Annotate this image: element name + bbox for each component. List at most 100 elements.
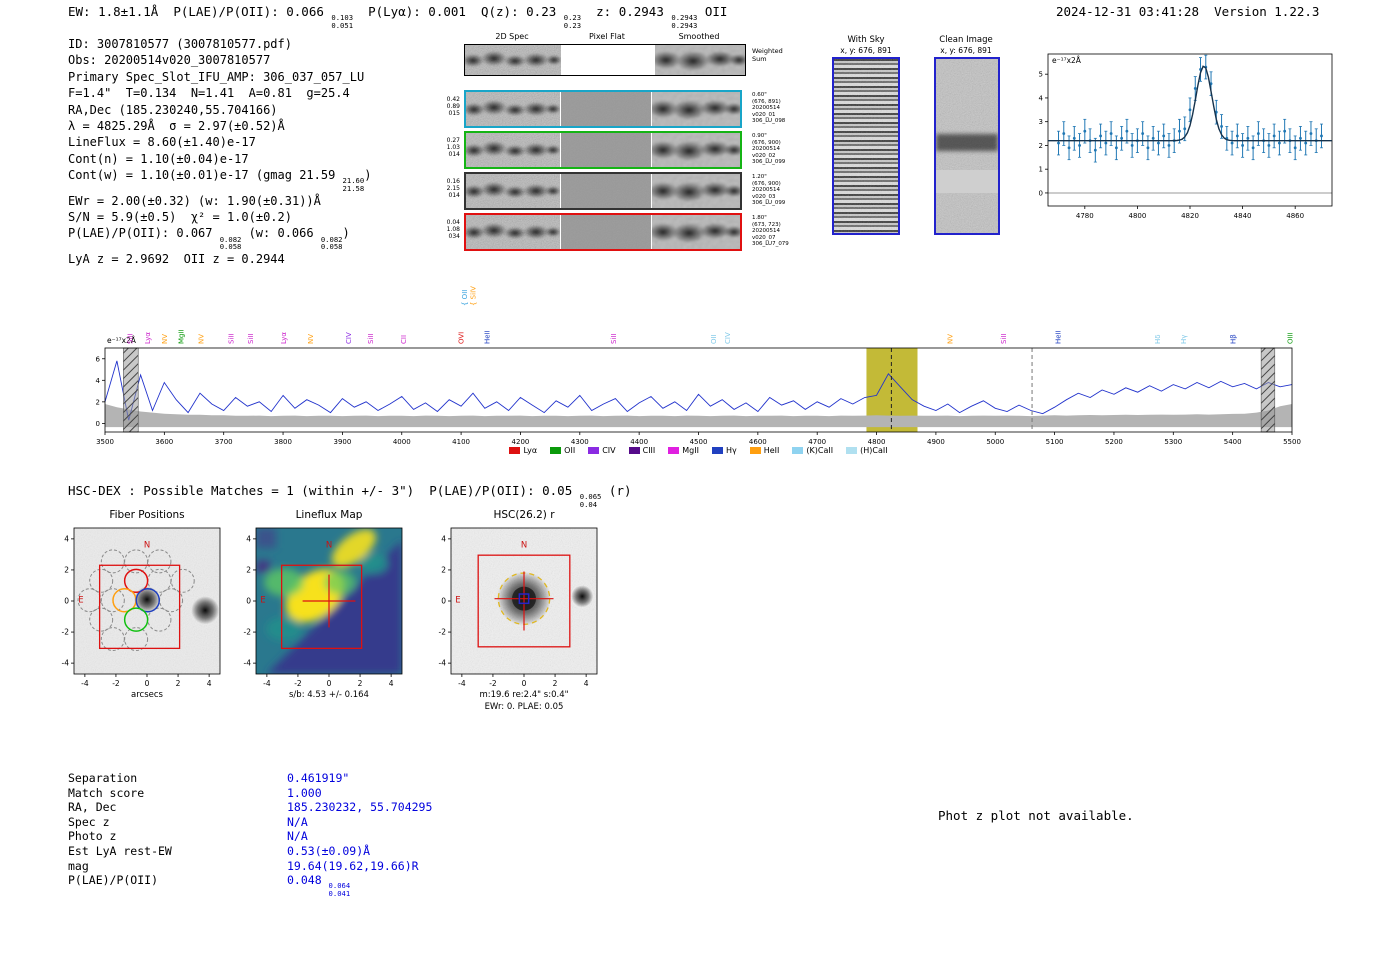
cut-fiber-canvas: N E -4 -4 -2 -2 0 0 2 2 4 4 — [62, 527, 221, 688]
svg-text:3500: 3500 — [96, 438, 114, 446]
spec2d-row — [464, 131, 742, 169]
svg-text:OVI: OVI — [458, 332, 466, 344]
svg-text:NV: NV — [307, 334, 315, 344]
legend-swatch — [588, 447, 600, 454]
emission-line-label: CIV — [724, 332, 732, 344]
svg-text:3700: 3700 — [215, 438, 233, 446]
svg-text:4700: 4700 — [808, 438, 826, 446]
lineflux-map-title: Lineflux Map — [295, 509, 363, 521]
emission-line-label: Lyα — [144, 332, 152, 344]
emission-line-label: CII — [400, 335, 408, 344]
svg-text:Hδ: Hδ — [1154, 334, 1162, 344]
svg-text:-2: -2 — [62, 628, 70, 637]
svg-text:5200: 5200 — [1105, 438, 1123, 446]
info-line: EWr = 2.00(±0.32) (w: 1.90(±0.31))Å — [68, 193, 321, 208]
emission-line-label: SiII — [367, 333, 375, 344]
svg-text:3600: 3600 — [155, 438, 173, 446]
table-row: Separation 0.461919" — [68, 771, 432, 786]
emission-line-label: NV — [947, 334, 955, 344]
stacked-uncertainty: 0.103 0.051 — [331, 13, 354, 30]
svg-text:3800: 3800 — [274, 438, 292, 446]
sky-subtraction-band — [936, 133, 998, 152]
svg-text:5000: 5000 — [986, 438, 1004, 446]
legend-swatch — [711, 447, 723, 454]
svg-text:5500: 5500 — [1283, 438, 1301, 446]
flat-image — [561, 92, 651, 126]
legend-label: HeII — [763, 446, 780, 455]
svg-text:4800: 4800 — [868, 438, 886, 446]
row-aperture-labels: 0.42 0.89 015 — [446, 96, 460, 118]
svg-text:4100: 4100 — [452, 438, 470, 446]
svg-text:4600: 4600 — [749, 438, 767, 446]
svg-text:-2: -2 — [489, 679, 497, 688]
svg-text:0: 0 — [327, 679, 332, 688]
svg-text:SiII: SiII — [247, 333, 255, 344]
info-line: Primary Spec_Slot_IFU_AMP: 306_037_057_L… — [68, 69, 365, 84]
legend-item: (H)CaII — [846, 446, 888, 455]
legend-swatch — [509, 447, 521, 454]
svg-text:0: 0 — [64, 597, 69, 606]
line-fit-plot: 4780 4800 4820 4840 4860 0 1 2 3 4 5 e⁻¹⁷x2Å — [1022, 48, 1338, 230]
svg-text:5100: 5100 — [1046, 438, 1064, 446]
legend-label: (K)CaII — [806, 446, 834, 455]
legend-item: HeII — [749, 446, 780, 455]
legend-label: Lyα — [523, 446, 538, 455]
flat-image — [561, 174, 651, 208]
row-frame-labels: 0.90" (676, 900) 20200514 v020_02 306_LU_099 — [752, 133, 786, 166]
legend-swatch — [628, 447, 640, 454]
legend-item: Lyα — [509, 446, 537, 455]
svg-text:e⁻¹⁷x2Å: e⁻¹⁷x2Å — [1052, 56, 1082, 65]
spectrum-legend: Lyα OII CIV CIII MgII Hγ HeII (K)CaII (H)CaII — [105, 446, 1292, 455]
svg-text:-4: -4 — [244, 659, 252, 668]
clean-image-coords: x, y: 676, 891 — [940, 46, 992, 55]
svg-text:CII: CII — [400, 335, 408, 344]
table-row: Match score 1.000 — [68, 786, 432, 801]
spectrum-canvas: 3500 3600 3700 3800 3900 4000 4100 4200 4300 4400… — [96, 286, 1301, 446]
fiber-positions-xlabel: arcsecs — [131, 690, 163, 700]
svg-text:-4: -4 — [81, 679, 89, 688]
signal-blob — [723, 103, 740, 115]
spec2d-row — [464, 172, 742, 210]
emission-line-label: { OII — [461, 290, 469, 306]
svg-text:4: 4 — [207, 679, 212, 688]
signal-blob — [723, 226, 740, 238]
legend-item: Hγ — [711, 446, 737, 455]
svg-text:N: N — [326, 540, 332, 550]
table-row-label: Separation — [68, 771, 138, 785]
flat-image — [561, 215, 651, 249]
info-line: ID: 3007810577 (3007810577.pdf) — [68, 37, 292, 51]
lineflux-map-xlabel: s/b: 4.53 +/- 0.164 — [289, 690, 369, 700]
svg-text:3: 3 — [1039, 118, 1043, 126]
spec2d-row — [464, 90, 742, 128]
table-row: P(LAE)/P(OII) 0.048 0.064 0.041 — [68, 873, 432, 897]
svg-text:SiII: SiII — [126, 333, 134, 344]
svg-text:MgII: MgII — [178, 329, 186, 344]
legend-item: OII — [550, 446, 575, 455]
emission-line-label: MgII — [178, 329, 186, 344]
svg-text:4400: 4400 — [630, 438, 648, 446]
legend-swatch — [550, 447, 562, 454]
smooth-image — [652, 174, 740, 208]
svg-text:Lyα: Lyα — [280, 332, 288, 344]
svg-text:Lyα: Lyα — [144, 332, 152, 344]
emission-line-label: NV — [307, 334, 315, 344]
hsc-r-cutout: N E -4 -4 -2 -2 0 0 2 2 4 4 — [407, 522, 607, 694]
svg-text:4500: 4500 — [690, 438, 708, 446]
svg-text:4: 4 — [246, 534, 251, 543]
full-spectrum-plot: 3500 3600 3700 3800 3900 4000 4100 4200 4300 4400… — [78, 262, 1318, 466]
emission-line-label: HeII — [1055, 330, 1063, 344]
emission-line-label: SiII — [1000, 333, 1008, 344]
table-row: Spec z N/A — [68, 815, 432, 830]
svg-text:{ SiIV: { SiIV — [470, 286, 478, 306]
svg-text:N: N — [521, 540, 527, 550]
info-line: Obs: 20200514v020_3007810577 — [68, 53, 271, 68]
spec-image — [465, 45, 561, 75]
svg-text:-4: -4 — [439, 659, 447, 668]
svg-text:{ OII: { OII — [461, 290, 469, 306]
table-row-label: Est LyA rest-EW — [68, 843, 172, 858]
legend-swatch — [846, 447, 858, 454]
masked-band — [936, 170, 998, 193]
legend-label: (H)CaII — [860, 446, 888, 455]
svg-text:NV: NV — [161, 334, 169, 344]
row-frame-labels: 1.80" (673, 723) 20200514 v020_07 306_LU7_07… — [752, 215, 789, 248]
